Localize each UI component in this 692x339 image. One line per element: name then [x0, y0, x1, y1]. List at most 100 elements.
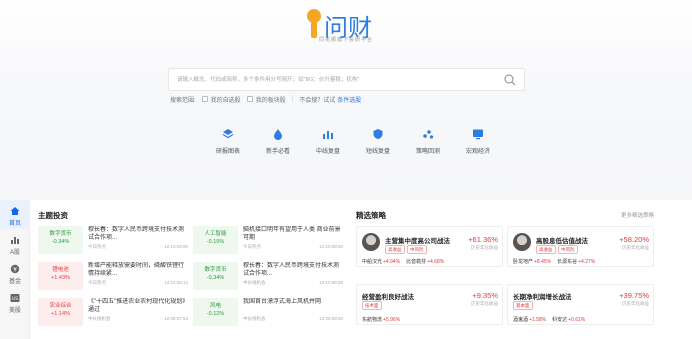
strategy-return: +9.35%: [472, 291, 498, 300]
theme-name: 人工智能: [204, 231, 227, 237]
theme-tag[interactable]: 农业综合 +1.14%: [38, 298, 83, 326]
strategy-card[interactable]: 主营集中度高公司战法 高收益 中风险 +61.36% 历史年化收益 中船汉光+4…: [356, 226, 503, 267]
list-item[interactable]: 风电 -0.12% 我国首台漂浮式海上风机并网 中长线机会 12:09:08:00: [193, 298, 343, 326]
theme-tag[interactable]: 锂电池 +1.43%: [38, 262, 83, 290]
home-icon: [10, 207, 20, 215]
strategy-return-label: 历史年化收益: [622, 245, 649, 250]
sidebar-item-us-stocks[interactable]: US 美股: [0, 287, 30, 316]
stock-screener-link[interactable]: 条件选股: [337, 95, 361, 104]
scope-checkbox-sector[interactable]: [246, 96, 253, 102]
news-title: 穆长春：数字人民币跨境支付技术测试合作项...: [243, 263, 340, 277]
theme-change: +1.43%: [51, 275, 70, 281]
strategy-return-label: 历史年化收益: [471, 245, 498, 250]
drop-icon: [274, 129, 282, 140]
scope-option-watchlist[interactable]: 我的自选股: [211, 95, 241, 104]
theme-change: +1.14%: [51, 311, 70, 317]
tool-strategy-backtest[interactable]: 策略回测: [403, 128, 453, 155]
list-item[interactable]: 农业综合 +1.14% 《"十四五"推进农业农村现代化规划》通过 中长线机会 12:0…: [38, 298, 188, 326]
news-time: 12:09:07:54: [164, 316, 188, 321]
theme-tag[interactable]: 人工智能 -0.19%: [193, 226, 238, 254]
strategy-chip: 中风险: [407, 245, 427, 254]
stock-change: +8.45%: [534, 259, 552, 265]
news-time: 12:09:08:00: [319, 316, 343, 321]
stock-name[interactable]: 长源东谷: [557, 259, 577, 265]
strategy-card[interactable]: 高股息低估值战法 高收益 中风险 +58.20% 历史年化收益 卧龙地产+8.4…: [507, 226, 654, 267]
tool-shortterm-review[interactable]: 短线复盘: [353, 128, 403, 155]
news-item[interactable]: 穆长春：数字人民币跨境支付技术测试合作项... 今日热点 12:10:08:00: [88, 226, 188, 250]
theme-tag[interactable]: 风电 -0.12%: [193, 298, 238, 326]
more-strategies-link[interactable]: 更多精选策略: [621, 211, 654, 219]
news-item[interactable]: 新增产能释放需要时间，磷酸铁锂行情持续紧... 今日热点 12:10:08:12: [88, 262, 188, 286]
us-icon: US: [10, 294, 20, 302]
stock-name[interactable]: 东航物流: [362, 317, 382, 323]
list-item[interactable]: 人工智能 -0.19% 脑机接口明年有望用于人类 商业前景可期 今日热点 12:10:…: [193, 226, 343, 254]
strategy-name: 主营集中度高公司战法: [385, 238, 450, 245]
strategy-card[interactable]: 长期净利润增长战法 基本面 +39.75% 历史年化收益 酒鬼酒+1.58% 科安…: [507, 284, 654, 325]
stock-name[interactable]: 中船汉光: [362, 259, 382, 265]
news-item[interactable]: 我国首台漂浮式海上风机并网 中长线机会 12:09:08:00: [243, 298, 343, 322]
stock-change: +4.27%: [578, 259, 596, 265]
news-source: 中长线机会: [243, 316, 266, 321]
sidebar-item-home[interactable]: 首页: [0, 200, 30, 229]
hero-area: 问财 同花顺旗下投研平台 搜索范围: 我的自选股 我的板块股 | 不会搜？试试 …: [0, 0, 692, 200]
scope-option-sector[interactable]: 我的板块股: [256, 95, 286, 104]
sidebar-item-label: 基金: [8, 279, 21, 285]
fund-icon: ¥: [10, 264, 20, 274]
news-title: 脑机接口明年有望用于人类 商业前景可期: [243, 227, 341, 241]
stock-name[interactable]: 比音勒芬: [406, 259, 426, 265]
search-input[interactable]: [177, 73, 497, 87]
stock-change: +5.96%: [383, 317, 401, 323]
tool-beginner-guide[interactable]: 新手必看: [253, 128, 303, 155]
news-item[interactable]: 《"十四五"推进农业农村现代化规划》通过 中长线机会 12:09:07:54: [88, 298, 188, 322]
scope-checkbox-watchlist[interactable]: [201, 96, 208, 102]
theme-name: 数字货币: [49, 231, 72, 237]
stock-name[interactable]: 卧龙地产: [513, 259, 533, 265]
strategy-name: 经营盈利良好战法: [362, 294, 414, 301]
svg-text:US: US: [12, 296, 18, 302]
strategy-return: +39.75%: [619, 291, 649, 300]
theme-change: -0.34%: [206, 275, 225, 281]
news-item[interactable]: 脑机接口明年有望用于人类 商业前景可期 今日热点 12:10:08:00: [243, 226, 343, 250]
tool-midterm-review[interactable]: 中线复盘: [303, 128, 353, 155]
theme-tag[interactable]: 数字货币 -0.34%: [193, 262, 238, 290]
tool-macro-economy[interactable]: 宏观经济: [453, 128, 503, 155]
tool-label: 短线复盘: [365, 149, 390, 155]
search-box[interactable]: [168, 68, 525, 91]
news-time: 12:10:08:12: [164, 280, 188, 285]
news-source: 今日热点: [88, 280, 106, 285]
sidebar-item-label: 美股: [8, 308, 21, 314]
chart-icon: [11, 237, 19, 244]
theme-tag[interactable]: 数字货币 -0.34%: [38, 226, 83, 254]
stock-change: +4.94%: [383, 259, 401, 265]
strategy-return: +58.20%: [619, 235, 649, 244]
strategy-card[interactable]: 经营盈利良好战法 技术面 +9.35% 历史年化收益 东航物流+5.96%: [356, 284, 503, 325]
bar-chart-icon: [323, 131, 333, 139]
tool-research-charts[interactable]: 研报图表: [203, 128, 253, 155]
sidebar-item-funds[interactable]: ¥ 基金: [0, 258, 30, 287]
tool-label: 研报图表: [215, 149, 240, 155]
strategy-stocks: 酒鬼酒+1.58% 科安达+0.61%: [513, 316, 585, 323]
theme-investing-panel: 主题投资 数字货币 -0.34% 穆长春：数字人民币跨境支付技术测试合作项... 今…: [32, 204, 343, 339]
news-title: 我国首台漂浮式海上风机并网: [243, 299, 322, 305]
news-source: 中长线机会: [243, 280, 266, 285]
list-item[interactable]: 数字货币 -0.34% 穆长春：数字人民币跨境支付技术测试合作项... 中长线机会 1…: [193, 262, 343, 290]
news-title: 穆长春：数字人民币跨境支付技术测试合作项...: [88, 227, 185, 241]
stock-name[interactable]: 酒鬼酒: [513, 317, 528, 323]
list-item[interactable]: 锂电池 +1.43% 新增产能释放需要时间，磷酸铁锂行情持续紧... 今日热点 12:…: [38, 262, 188, 290]
tool-label: 中线复盘: [315, 149, 340, 155]
sidebar-item-a-shares[interactable]: A股: [0, 229, 30, 258]
stock-name[interactable]: 科安达: [552, 317, 567, 323]
news-item[interactable]: 穆长春：数字人民币跨境支付技术测试合作项... 中长线机会 12:10:08:05: [243, 262, 343, 286]
stock-change: +4.68%: [427, 259, 445, 265]
theme-change: -0.19%: [206, 239, 225, 245]
strategy-chip: 中风险: [558, 245, 578, 254]
theme-name: 风电: [209, 303, 221, 309]
panel-title: 主题投资: [38, 211, 68, 220]
layers-icon: [222, 129, 234, 139]
news-title: 《"十四五"推进农业农村现代化规划》通过: [88, 299, 186, 313]
search-scope: 搜索范围: 我的自选股 我的板块股 | 不会搜？试试 条件选股: [170, 94, 361, 104]
search-icon[interactable]: [504, 74, 516, 86]
strategy-name: 长期净利润增长战法: [513, 294, 572, 301]
strategy-chip: 高收益: [536, 245, 556, 254]
list-item[interactable]: 数字货币 -0.34% 穆长春：数字人民币跨境支付技术测试合作项... 今日热点 12…: [38, 226, 188, 254]
